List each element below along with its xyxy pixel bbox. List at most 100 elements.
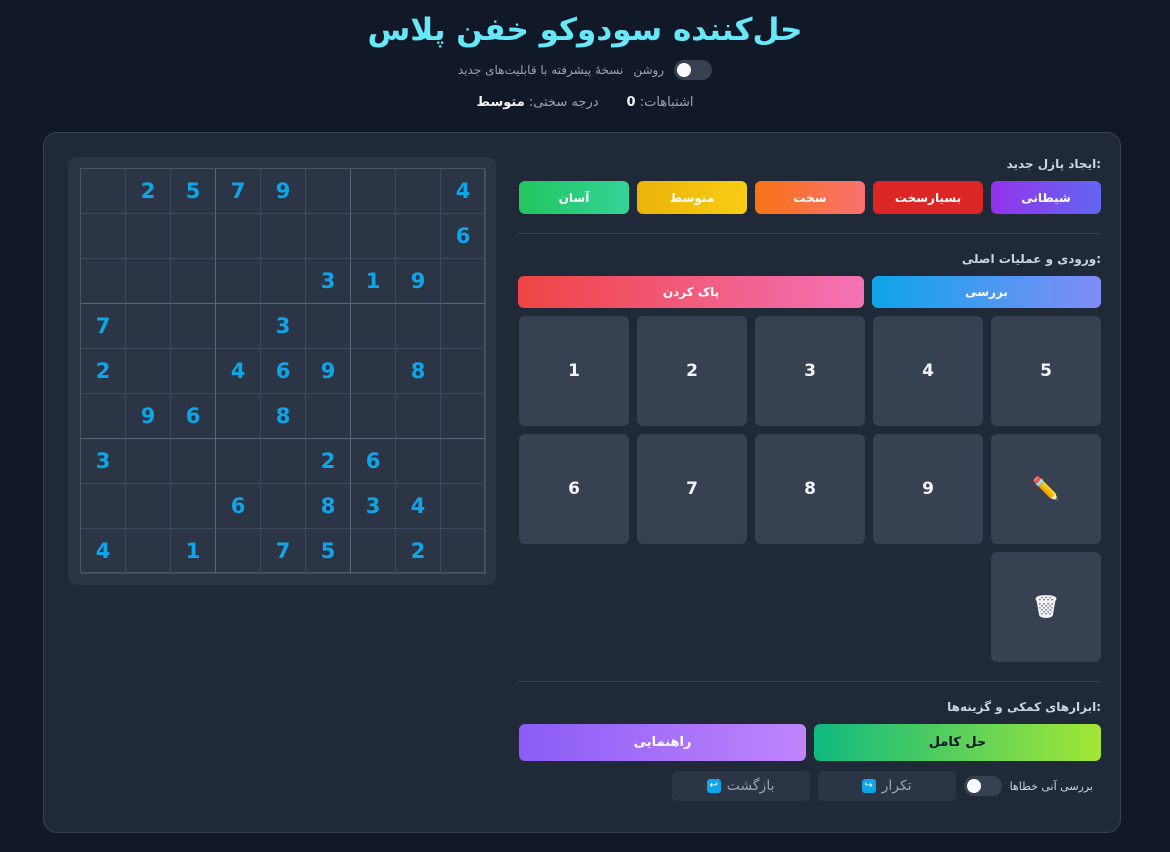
check-button[interactable]: بررسی <box>872 276 1101 308</box>
board-cell[interactable] <box>126 304 171 349</box>
board-cell[interactable]: 7 <box>216 169 261 214</box>
pencil-icon[interactable]: ✏️ <box>991 434 1101 544</box>
board-cell[interactable] <box>351 394 396 439</box>
hint-button[interactable]: راهنمایی <box>519 724 806 761</box>
board-cell[interactable]: 3 <box>306 259 351 304</box>
number-key-2[interactable]: 2 <box>637 316 747 426</box>
board-cell[interactable] <box>351 349 396 394</box>
board-cell[interactable] <box>396 304 441 349</box>
board-cell[interactable]: 6 <box>216 484 261 529</box>
board-cell[interactable] <box>261 214 306 259</box>
board-cell[interactable] <box>81 394 126 439</box>
diff-very-hard-button[interactable]: بسیارسخت <box>873 181 983 214</box>
diff-hard-button[interactable]: سخت <box>755 181 865 214</box>
number-key-5[interactable]: 5 <box>991 316 1101 426</box>
board-cell[interactable] <box>216 439 261 484</box>
board-cell[interactable] <box>126 214 171 259</box>
board-cell[interactable]: 5 <box>306 529 351 574</box>
board-cell[interactable] <box>126 439 171 484</box>
board-cell[interactable] <box>81 214 126 259</box>
board-cell[interactable]: 7 <box>81 304 126 349</box>
board-cell[interactable]: 2 <box>81 349 126 394</box>
board-cell[interactable] <box>441 439 486 484</box>
board-cell[interactable] <box>441 394 486 439</box>
board-cell[interactable] <box>396 214 441 259</box>
board-cell[interactable] <box>261 439 306 484</box>
board-cell[interactable]: 5 <box>171 169 216 214</box>
board-cell[interactable]: 9 <box>126 394 171 439</box>
board-cell[interactable] <box>126 484 171 529</box>
board-cell[interactable] <box>441 484 486 529</box>
board-cell[interactable] <box>216 259 261 304</box>
board-cell[interactable] <box>126 349 171 394</box>
number-key-8[interactable]: 8 <box>755 434 865 544</box>
board-cell[interactable] <box>216 304 261 349</box>
board-cell[interactable] <box>351 304 396 349</box>
board-cell[interactable]: 1 <box>351 259 396 304</box>
number-key-7[interactable]: 7 <box>637 434 747 544</box>
solve-button[interactable]: حل کامل <box>814 724 1101 761</box>
board-cell[interactable]: 7 <box>261 529 306 574</box>
board-cell[interactable] <box>306 304 351 349</box>
board-cell[interactable] <box>171 214 216 259</box>
board-cell[interactable] <box>81 259 126 304</box>
board-cell[interactable]: 8 <box>306 484 351 529</box>
board-cell[interactable] <box>81 484 126 529</box>
board-cell[interactable] <box>126 259 171 304</box>
trash-icon[interactable]: 🗑 <box>991 552 1101 662</box>
board-cell[interactable]: 3 <box>81 439 126 484</box>
board-cell[interactable] <box>351 529 396 574</box>
board-cell[interactable] <box>441 304 486 349</box>
board-cell[interactable] <box>126 529 171 574</box>
board-cell[interactable]: 4 <box>81 529 126 574</box>
board-cell[interactable] <box>171 259 216 304</box>
board-cell[interactable]: 4 <box>216 349 261 394</box>
board-cell[interactable]: 8 <box>396 349 441 394</box>
board-cell[interactable]: 2 <box>306 439 351 484</box>
board-cell[interactable]: 1 <box>171 529 216 574</box>
board-cell[interactable] <box>441 349 486 394</box>
number-key-3[interactable]: 3 <box>755 316 865 426</box>
board-cell[interactable]: 9 <box>306 349 351 394</box>
board-cell[interactable] <box>396 169 441 214</box>
number-key-4[interactable]: 4 <box>873 316 983 426</box>
board-cell[interactable]: 4 <box>396 484 441 529</box>
board-cell[interactable]: 9 <box>396 259 441 304</box>
diff-easy-button[interactable]: آسان <box>519 181 629 214</box>
board-cell[interactable] <box>81 169 126 214</box>
board-cell[interactable]: 6 <box>261 349 306 394</box>
board-cell[interactable] <box>216 394 261 439</box>
board-cell[interactable]: 2 <box>396 529 441 574</box>
board-cell[interactable]: 3 <box>261 304 306 349</box>
board-cell[interactable] <box>171 304 216 349</box>
board-cell[interactable] <box>216 214 261 259</box>
board-cell[interactable] <box>396 439 441 484</box>
diff-devilish-button[interactable]: شیطانی <box>991 181 1101 214</box>
board-cell[interactable]: 6 <box>171 394 216 439</box>
undo-button[interactable]: بازگشت ↩ <box>671 771 810 801</box>
board-cell[interactable] <box>441 259 486 304</box>
board-cell[interactable]: 4 <box>441 169 486 214</box>
board-cell[interactable] <box>216 529 261 574</box>
board-cell[interactable] <box>351 169 396 214</box>
board-cell[interactable]: 3 <box>351 484 396 529</box>
board-cell[interactable] <box>171 349 216 394</box>
redo-button[interactable]: تکرار ↪ <box>817 771 956 801</box>
number-key-1[interactable]: 1 <box>519 316 629 426</box>
board-cell[interactable] <box>171 484 216 529</box>
board-cell[interactable] <box>306 214 351 259</box>
board-cell[interactable] <box>396 394 441 439</box>
board-cell[interactable] <box>351 214 396 259</box>
number-key-6[interactable]: 6 <box>519 434 629 544</box>
board-cell[interactable] <box>171 439 216 484</box>
board-cell[interactable] <box>441 529 486 574</box>
board-cell[interactable]: 9 <box>261 169 306 214</box>
board-cell[interactable] <box>306 394 351 439</box>
board-cell[interactable]: 2 <box>126 169 171 214</box>
theme-toggle[interactable] <box>674 60 713 80</box>
live-check-toggle[interactable] <box>963 776 1002 796</box>
number-key-9[interactable]: 9 <box>873 434 983 544</box>
board-cell[interactable] <box>261 484 306 529</box>
clear-button[interactable]: پاک کردن <box>518 276 864 308</box>
board-cell[interactable]: 6 <box>351 439 396 484</box>
